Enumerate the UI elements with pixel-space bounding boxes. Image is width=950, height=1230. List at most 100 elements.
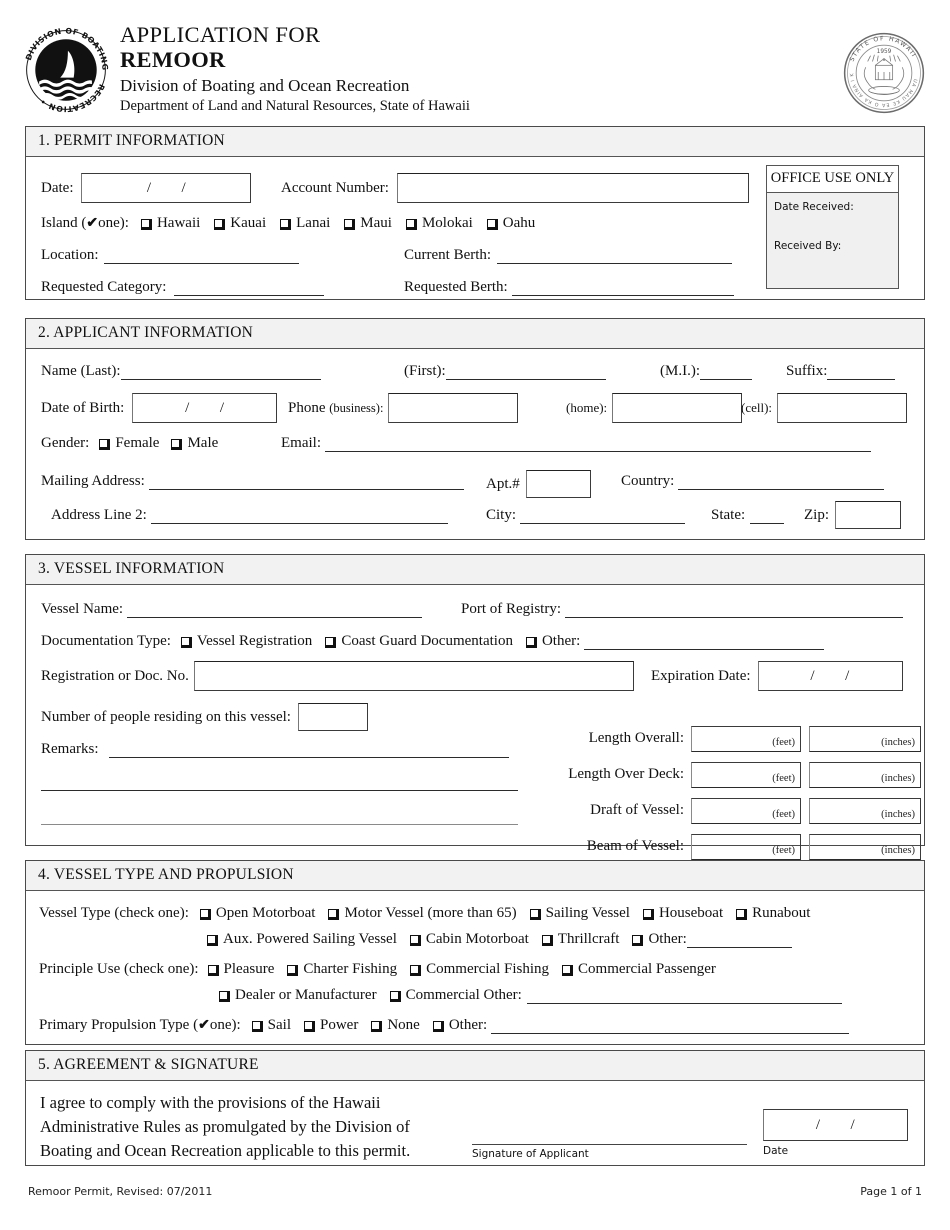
state-input[interactable] xyxy=(750,508,785,524)
checkbox-icon[interactable] xyxy=(405,219,417,230)
checkbox-type-thrillcraft[interactable]: Thrillcraft xyxy=(541,931,619,948)
signature-date-input[interactable]: / / xyxy=(763,1109,908,1141)
length-overall-inches-input[interactable]: (inches) xyxy=(809,726,921,752)
checkbox-icon[interactable] xyxy=(541,935,553,946)
checkbox-propulsion-other[interactable]: Other: xyxy=(432,1017,850,1034)
checkbox-icon[interactable] xyxy=(140,219,152,230)
checkbox-icon[interactable] xyxy=(371,1021,383,1032)
suffix-input[interactable] xyxy=(827,364,896,380)
checkbox-type-open-motorboat[interactable]: Open Motorboat xyxy=(199,905,315,922)
dob-input[interactable]: / / xyxy=(132,393,278,423)
signature-line[interactable] xyxy=(472,1127,747,1145)
checkbox-use-commercial-other[interactable]: Commercial Other: xyxy=(389,987,842,1004)
checkbox-island-hawaii[interactable]: Hawaii xyxy=(140,215,200,232)
beam-of-vessel-feet-input[interactable]: (feet) xyxy=(691,834,801,860)
phone-home-input[interactable] xyxy=(612,393,743,423)
checkbox-type-houseboat[interactable]: Houseboat xyxy=(642,905,723,922)
country-input[interactable] xyxy=(678,474,885,490)
checkbox-icon[interactable] xyxy=(736,909,748,920)
checkbox-gender-male[interactable]: Male xyxy=(171,435,218,452)
name-first-input[interactable] xyxy=(445,364,606,380)
checkbox-icon[interactable] xyxy=(251,1021,263,1032)
checkbox-icon[interactable] xyxy=(529,909,541,920)
checkbox-icon[interactable] xyxy=(99,439,111,450)
permit-date-input[interactable]: / / xyxy=(81,173,252,203)
name-mi-input[interactable] xyxy=(700,364,752,380)
checkbox-icon[interactable] xyxy=(562,965,574,976)
registration-number-input[interactable] xyxy=(193,661,634,691)
signature-date-field[interactable]: / / Date xyxy=(763,1109,908,1157)
mailing-address-input[interactable] xyxy=(148,474,464,490)
remarks-input-line-3[interactable] xyxy=(41,809,518,825)
checkbox-icon[interactable] xyxy=(409,935,421,946)
checkbox-type-aux-powered-sailing[interactable]: Aux. Powered Sailing Vessel xyxy=(207,931,397,948)
remarks-input-line-2[interactable] xyxy=(41,775,518,791)
checkbox-icon[interactable] xyxy=(328,909,340,920)
checkbox-icon[interactable] xyxy=(171,439,183,450)
checkbox-island-maui[interactable]: Maui xyxy=(344,215,392,232)
checkbox-icon[interactable] xyxy=(304,1021,315,1032)
checkbox-propulsion-power[interactable]: Power xyxy=(304,1017,358,1034)
checkbox-icon[interactable] xyxy=(389,991,401,1002)
phone-cell-input[interactable] xyxy=(777,393,908,423)
checkbox-doc-vessel-registration[interactable]: Vessel Registration xyxy=(180,633,312,650)
name-last-input[interactable] xyxy=(120,364,321,380)
apt-input[interactable] xyxy=(525,470,591,498)
checkbox-propulsion-none[interactable]: None xyxy=(371,1017,420,1034)
checkbox-icon[interactable] xyxy=(180,637,192,648)
checkbox-use-pleasure[interactable]: Pleasure xyxy=(207,961,274,978)
address-line2-input[interactable] xyxy=(150,508,448,524)
checkbox-type-cabin-motorboat[interactable]: Cabin Motorboat xyxy=(409,931,529,948)
checkbox-type-runabout[interactable]: Runabout xyxy=(736,905,810,922)
checkbox-icon[interactable] xyxy=(219,991,230,1002)
checkbox-propulsion-sail[interactable]: Sail xyxy=(251,1017,291,1034)
checkbox-doc-other[interactable]: Other: xyxy=(525,633,825,650)
checkbox-type-sailing-vessel[interactable]: Sailing Vessel xyxy=(529,905,630,922)
checkbox-type-other[interactable]: Other: xyxy=(632,931,792,948)
checkbox-island-molokai[interactable]: Molokai xyxy=(405,215,473,232)
checkbox-icon[interactable] xyxy=(280,219,292,230)
length-overall-feet-input[interactable]: (feet) xyxy=(691,726,801,752)
length-over-deck-inches-input[interactable]: (inches) xyxy=(809,762,921,788)
checkbox-island-lanai[interactable]: Lanai xyxy=(280,215,330,232)
people-residing-input[interactable] xyxy=(297,703,368,731)
signature-field[interactable]: Signature of Applicant xyxy=(472,1127,747,1160)
draft-of-vessel-feet-input[interactable]: (feet) xyxy=(691,798,801,824)
checkbox-doc-coast-guard[interactable]: Coast Guard Documentation xyxy=(325,633,513,650)
checkbox-island-oahu[interactable]: Oahu xyxy=(486,215,535,232)
beam-of-vessel-inches-input[interactable]: (inches) xyxy=(809,834,921,860)
checkbox-use-dealer-manufacturer[interactable]: Dealer or Manufacturer xyxy=(219,987,377,1004)
checkbox-type-motor-vessel[interactable]: Motor Vessel (more than 65) xyxy=(328,905,517,922)
port-of-registry-input[interactable] xyxy=(565,602,903,618)
location-input[interactable] xyxy=(104,248,300,264)
requested-berth-input[interactable] xyxy=(511,280,734,296)
checkbox-icon[interactable] xyxy=(207,965,219,976)
checkbox-icon[interactable] xyxy=(632,935,644,946)
checkbox-icon[interactable] xyxy=(214,219,226,230)
expiration-date-input[interactable]: / / xyxy=(757,661,903,691)
checkbox-icon[interactable] xyxy=(486,219,498,230)
phone-business-input[interactable] xyxy=(388,393,519,423)
account-number-input[interactable] xyxy=(396,173,749,203)
vessel-name-input[interactable] xyxy=(127,602,423,618)
length-over-deck-feet-input[interactable]: (feet) xyxy=(691,762,801,788)
email-input[interactable] xyxy=(325,436,871,452)
zip-input[interactable] xyxy=(835,501,901,529)
checkbox-use-commercial-fishing[interactable]: Commercial Fishing xyxy=(410,961,549,978)
remarks-input-line-1[interactable] xyxy=(108,742,509,758)
checkbox-icon[interactable] xyxy=(525,637,537,648)
checkbox-icon[interactable] xyxy=(642,909,654,920)
requested-category-input[interactable] xyxy=(174,280,325,296)
city-input[interactable] xyxy=(520,508,686,524)
propulsion-other-input[interactable] xyxy=(491,1018,850,1034)
checkbox-icon[interactable] xyxy=(287,965,299,976)
checkbox-icon[interactable] xyxy=(207,935,218,946)
checkbox-use-commercial-passenger[interactable]: Commercial Passenger xyxy=(562,961,716,978)
vessel-type-other-input[interactable] xyxy=(686,932,792,948)
checkbox-use-charter-fishing[interactable]: Charter Fishing xyxy=(287,961,397,978)
checkbox-icon[interactable] xyxy=(199,909,211,920)
commercial-other-input[interactable] xyxy=(526,988,842,1004)
checkbox-gender-female[interactable]: Female xyxy=(99,435,159,452)
checkbox-icon[interactable] xyxy=(432,1021,444,1032)
draft-of-vessel-inches-input[interactable]: (inches) xyxy=(809,798,921,824)
